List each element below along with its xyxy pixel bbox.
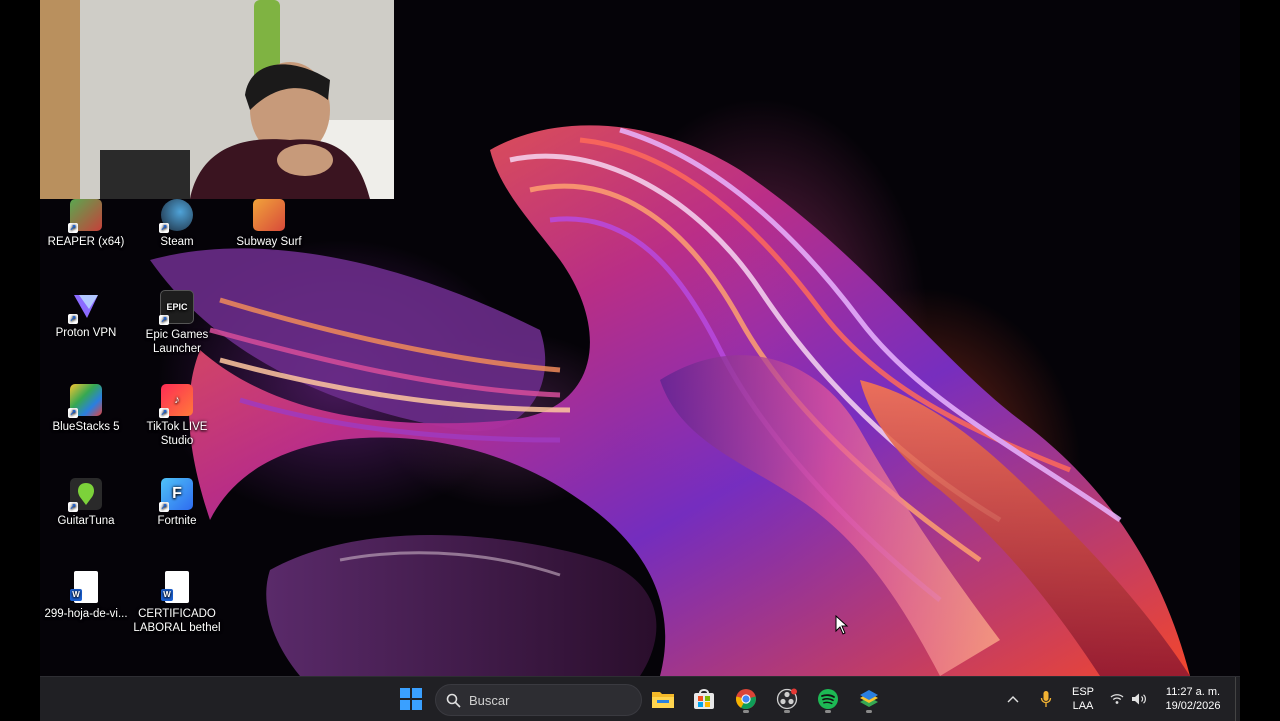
shortcut-arrow-icon: ↗ [159, 408, 169, 418]
subway-surf-icon [253, 199, 285, 231]
desktop-icon-label: Proton VPN [55, 327, 117, 339]
search-input[interactable] [467, 691, 621, 709]
desktop-icon-bluestacks[interactable]: ↗ BlueStacks 5 [40, 384, 132, 434]
chevron-up-icon [1007, 696, 1019, 703]
chrome-button[interactable] [729, 683, 763, 715]
search-box[interactable] [435, 684, 642, 716]
clock[interactable]: 11:27 a. m. 19/02/2026 [1158, 685, 1228, 713]
folder-icon [652, 692, 674, 708]
desktop-icon-steam[interactable]: ↗ Steam [131, 199, 223, 249]
bluestacks-taskbar-button[interactable] [852, 683, 886, 715]
shortcut-arrow-icon: ↗ [68, 223, 78, 233]
desktop-icon-hoja-de-vida[interactable]: W 299-hoja-de-vi... [40, 571, 132, 621]
desktop-icon-certificado-laboral[interactable]: W CERTIFICADO LABORAL bethel [131, 571, 223, 635]
steam-icon: ↗ [159, 199, 193, 233]
webcam-overlay [40, 0, 394, 199]
fortnite-icon: F ↗ [159, 478, 193, 512]
desktop-icon-label: CERTIFICADO LABORAL bethel [133, 608, 221, 634]
shortcut-arrow-icon: ↗ [68, 314, 78, 324]
bluestacks-icon [860, 690, 878, 707]
tiktok-live-icon: ♪ ↗ [159, 384, 193, 418]
microphone-button[interactable] [1033, 683, 1059, 715]
shortcut-arrow-icon: ↗ [159, 502, 169, 512]
wifi-icon [1110, 694, 1124, 704]
show-desktop-button[interactable] [1235, 677, 1241, 721]
language-code: ESP [1071, 686, 1094, 698]
desktop-icon-label: GuitarTuna [57, 515, 115, 527]
word-document-icon: W [161, 571, 189, 603]
proton-vpn-icon: ↗ [68, 290, 102, 324]
obs-icon [776, 688, 798, 710]
microphone-icon [1040, 691, 1052, 707]
desktop-icon-fortnite[interactable]: F ↗ Fortnite [131, 478, 223, 528]
network-button[interactable] [1105, 683, 1129, 715]
word-document-icon: W [70, 571, 98, 603]
volume-button[interactable] [1127, 683, 1151, 715]
clock-date: 19/02/2026 [1165, 700, 1221, 712]
desktop-icon-subway-surf[interactable]: Subway Surf [223, 199, 315, 249]
file-explorer-button[interactable] [646, 683, 680, 715]
desktop-icon-tiktok-live[interactable]: ♪ ↗ TikTok LIVE Studio [131, 384, 223, 448]
start-button[interactable] [394, 683, 428, 715]
search-icon [446, 693, 461, 708]
desktop-icon-guitartuna[interactable]: ↗ GuitarTuna [40, 478, 132, 528]
taskbar: ESP LAA 11:27 a. m. 19/02/2026 [40, 676, 1240, 721]
desktop-icon-epic-games[interactable]: EPIC ↗ Epic Games Launcher [131, 290, 223, 356]
guitartuna-icon: ↗ [68, 478, 102, 512]
show-hidden-icons-button[interactable] [1000, 683, 1026, 715]
shortcut-arrow-icon: ↗ [159, 315, 169, 325]
language-indicator[interactable]: ESP LAA [1068, 685, 1098, 713]
desktop-icon-label: REAPER (x64) [47, 236, 125, 248]
clock-time: 11:27 a. m. [1165, 686, 1221, 698]
desktop-icon-label: BlueStacks 5 [52, 421, 120, 433]
microsoft-store-button[interactable] [687, 683, 721, 715]
epic-games-icon: EPIC ↗ [159, 290, 194, 325]
shortcut-arrow-icon: ↗ [68, 408, 78, 418]
reaper-icon: ↗ [68, 199, 102, 233]
spotify-icon [818, 689, 838, 709]
bluestacks-icon: ↗ [68, 384, 102, 418]
shortcut-arrow-icon: ↗ [159, 223, 169, 233]
desktop-icon-label: Steam [160, 236, 194, 248]
webcam-feed-image [40, 0, 394, 199]
keyboard-layout: LAA [1072, 700, 1094, 712]
spotify-button[interactable] [811, 683, 845, 715]
running-indicator [866, 710, 872, 713]
desktop-icon-label: 299-hoja-de-vi... [44, 608, 128, 620]
store-icon [694, 689, 714, 709]
chrome-icon [736, 689, 756, 709]
desktop-icon-label: TikTok LIVE Studio [146, 421, 208, 447]
obs-button[interactable] [770, 683, 804, 715]
shortcut-arrow-icon: ↗ [68, 502, 78, 512]
running-indicator [825, 710, 831, 713]
running-indicator [743, 710, 749, 713]
desktop-icon-reaper[interactable]: ↗ REAPER (x64) [40, 199, 132, 249]
windows-logo-icon [400, 688, 422, 710]
desktop: ↗ REAPER (x64) ↗ Steam Subway Surf ↗ Pro… [40, 0, 1240, 676]
running-indicator [784, 710, 790, 713]
desktop-icon-label: Epic Games Launcher [145, 329, 209, 355]
speaker-icon [1132, 693, 1146, 705]
desktop-icon-proton-vpn[interactable]: ↗ Proton VPN [40, 290, 132, 340]
mouse-cursor-icon [835, 615, 849, 635]
desktop-icon-label: Subway Surf [236, 236, 302, 248]
desktop-icon-label: Fortnite [157, 515, 197, 527]
